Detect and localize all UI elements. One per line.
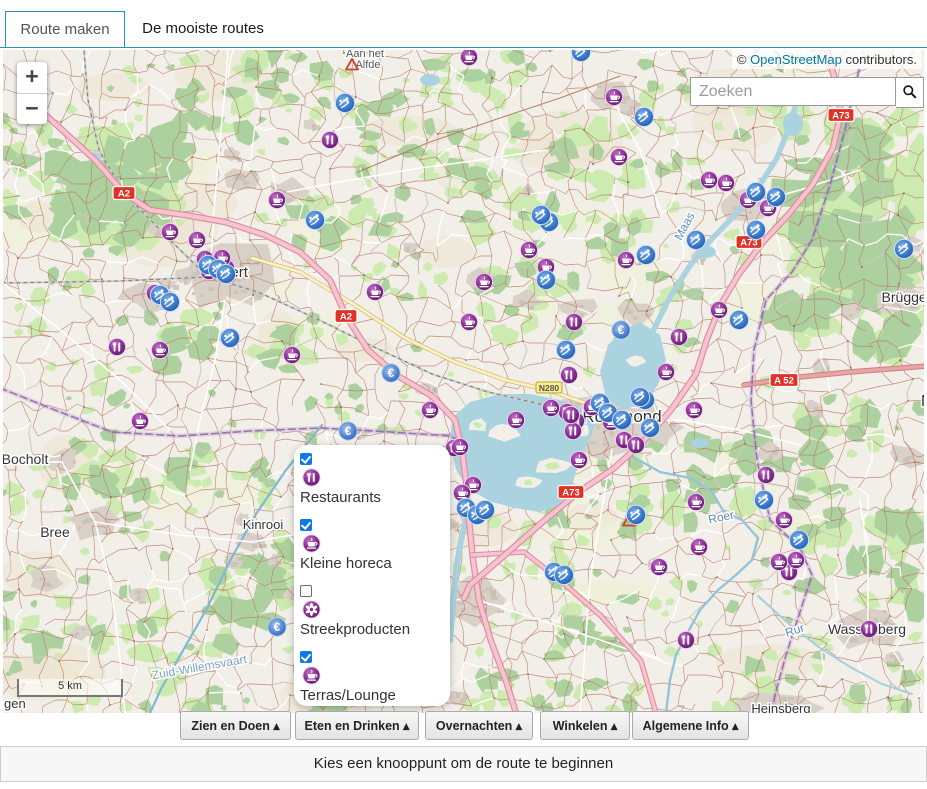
svg-text:Brüggen: Brüggen xyxy=(882,289,924,305)
svg-text:M: M xyxy=(921,393,924,410)
svg-text:A 52: A 52 xyxy=(774,376,794,387)
svg-text:Bree: Bree xyxy=(40,524,70,540)
svg-text:Heinsberg: Heinsberg xyxy=(751,701,810,713)
svg-text:A2: A2 xyxy=(118,189,130,200)
svg-text:A73: A73 xyxy=(832,111,849,122)
svg-text:Alfde: Alfde xyxy=(355,59,380,71)
svg-text:A2: A2 xyxy=(340,312,352,323)
svg-text:Kinrooi: Kinrooi xyxy=(243,517,284,532)
svg-text:A73: A73 xyxy=(562,488,579,499)
svg-text:gen: gen xyxy=(4,696,26,711)
svg-text:N280: N280 xyxy=(539,383,560,393)
svg-text:Bocholt: Bocholt xyxy=(3,451,48,467)
